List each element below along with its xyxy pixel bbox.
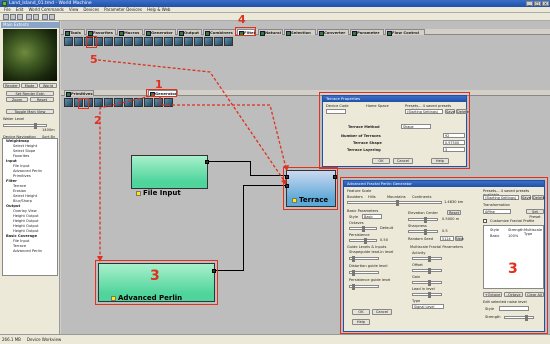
arrow-1 bbox=[159, 97, 287, 169]
status-bar: 266.1 MB Device Workview bbox=[0, 334, 550, 344]
arrowhead bbox=[283, 165, 289, 171]
annotation-box bbox=[340, 177, 548, 334]
annotation-box bbox=[319, 92, 470, 169]
arrowhead bbox=[281, 179, 287, 185]
arrowhead bbox=[97, 256, 103, 262]
view-mode-status: Device Workview bbox=[26, 337, 62, 342]
arrow-2 bbox=[99, 94, 156, 258]
memory-status: 266.1 MB bbox=[2, 337, 21, 342]
arrow-5 bbox=[97, 59, 286, 183]
